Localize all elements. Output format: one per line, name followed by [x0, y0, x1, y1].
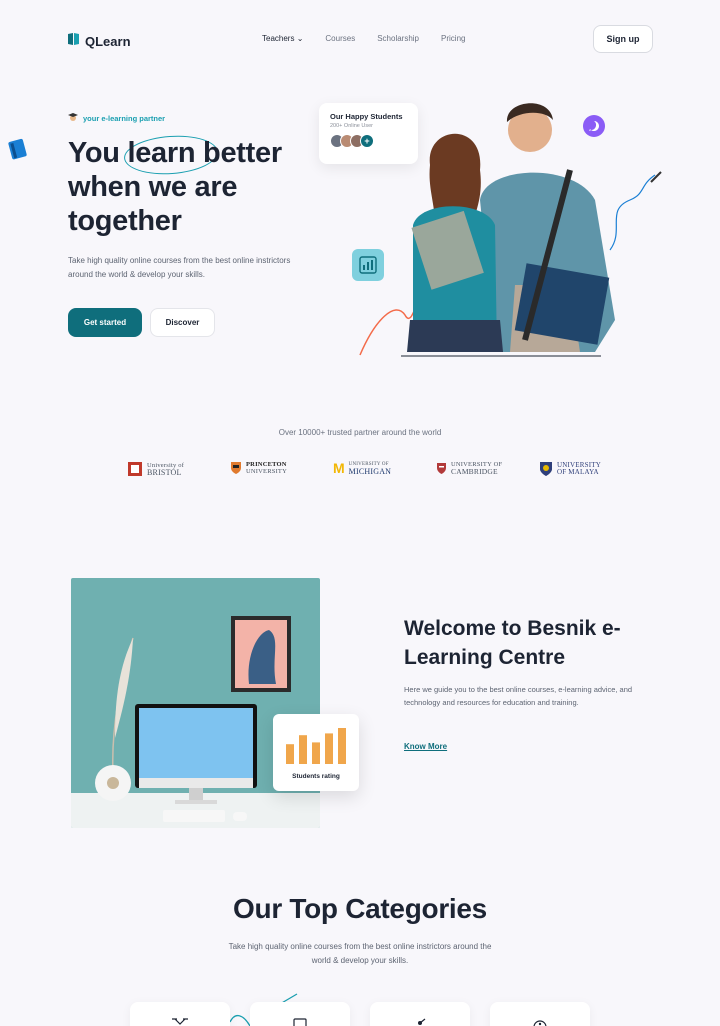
- hero-title: You learn better when we are together: [68, 137, 282, 237]
- tagline: your e-learning partner: [68, 112, 165, 124]
- category-card[interactable]: [130, 1002, 230, 1026]
- crest-icon: [540, 462, 552, 476]
- tagline-text: your e-learning partner: [83, 113, 166, 123]
- students-rating-card: Students rating: [273, 714, 359, 791]
- chevron-down-icon: ⌄: [296, 34, 304, 43]
- nav-item-teachers[interactable]: Teachers ⌄: [262, 34, 303, 43]
- rating-bar: [286, 744, 294, 764]
- partner-line2: BRISTOL: [147, 468, 182, 477]
- partners-title: Over 10000+ trusted partner around the w…: [278, 428, 442, 437]
- get-started-button[interactable]: Get started: [68, 308, 142, 337]
- shield-icon: [437, 462, 446, 474]
- partner-line1: PRINCETON: [246, 461, 287, 468]
- partner-line2: CAMBRIDGE: [451, 467, 498, 476]
- block-m-icon: M: [333, 459, 345, 476]
- hero-subtitle: Take high quality online courses from th…: [68, 256, 291, 279]
- partner-line2: OF MALAYA: [557, 468, 599, 476]
- partner-line2: UNIVERSITY: [246, 468, 287, 475]
- partner-logo-malaya: UNIVERSITY OF MALAYA: [539, 461, 601, 477]
- categories-subtitle: Take high quality online courses from th…: [228, 942, 492, 965]
- rating-bar-chart: [286, 728, 346, 764]
- nav-label: Teachers: [262, 34, 295, 43]
- nav-item-courses[interactable]: Courses: [325, 34, 355, 43]
- partner-logo-cambridge: UNIVERSITY OF CAMBRIDGE: [436, 461, 502, 475]
- logo[interactable]: QLearn: [67, 32, 131, 51]
- palette-icon: [533, 1020, 547, 1026]
- category-card[interactable]: [370, 1002, 470, 1026]
- students-photo: [355, 90, 675, 370]
- welcome-text: Here we guide you to the best online cou…: [404, 685, 633, 707]
- main-nav: Teachers ⌄ Courses Scholarship Pricing: [262, 34, 465, 43]
- crest-icon: [128, 462, 142, 476]
- share-icon: [418, 1018, 426, 1025]
- nav-item-scholarship[interactable]: Scholarship: [377, 34, 419, 43]
- rating-label: Students rating: [292, 773, 340, 780]
- partner-logo-princeton: PRINCETON UNIVERSITY: [230, 461, 287, 475]
- nav-item-pricing[interactable]: Pricing: [441, 34, 465, 43]
- logo-text: QLearn: [85, 34, 131, 49]
- monitor-icon: [293, 1018, 307, 1026]
- rating-bar: [338, 728, 346, 764]
- partner-logo-bristol: University of BRISTOL: [127, 461, 184, 477]
- shield-icon: [231, 462, 241, 474]
- categories-title: Our Top Categories: [233, 893, 487, 924]
- partner-logo-michigan: M UNIVERSITY OF MICHIGAN: [333, 459, 392, 476]
- discover-button[interactable]: Discover: [150, 308, 215, 337]
- category-card[interactable]: [490, 1002, 590, 1026]
- rating-bar: [312, 742, 320, 764]
- category-card[interactable]: [250, 1002, 350, 1026]
- signup-button[interactable]: Sign up: [593, 25, 653, 53]
- welcome-title: Welcome to Besnik e-Learning Centre: [404, 617, 621, 669]
- graduation-cap-icon: [68, 112, 78, 124]
- rating-bar: [299, 735, 307, 764]
- rating-bar: [325, 733, 333, 764]
- drone-icon: [172, 1018, 188, 1025]
- book-3d-icon: [6, 136, 32, 167]
- know-more-link[interactable]: Know More: [404, 742, 447, 751]
- book-logo-icon: [67, 32, 80, 51]
- partner-line2: MICHIGAN: [348, 467, 392, 476]
